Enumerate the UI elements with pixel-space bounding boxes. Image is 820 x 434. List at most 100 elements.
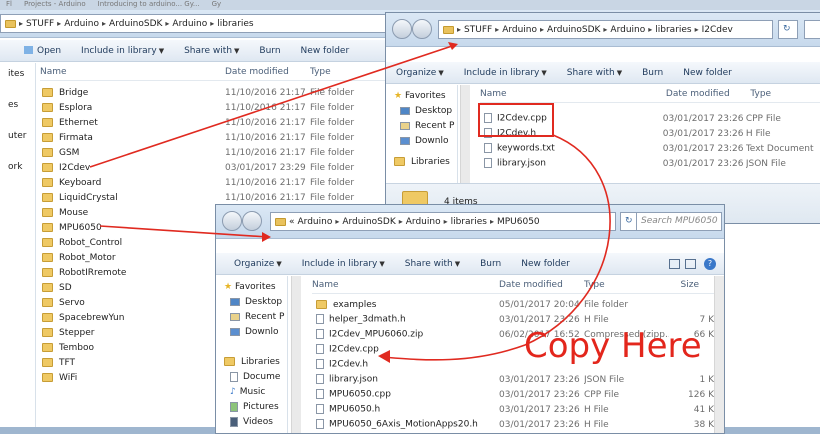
type-column-header[interactable]: Type — [750, 89, 820, 99]
nav-item[interactable]: ork — [0, 160, 35, 175]
burn-button[interactable]: Burn — [480, 259, 501, 269]
help-icon[interactable]: ? — [704, 258, 716, 270]
back-button[interactable] — [392, 19, 412, 39]
breadcrumb-item[interactable]: STUFF — [464, 25, 492, 35]
file-list-scrollbar[interactable] — [714, 276, 724, 433]
breadcrumb-item[interactable]: STUFF — [26, 19, 54, 29]
breadcrumb-item[interactable]: ArduinoSDK — [547, 25, 600, 35]
breadcrumb[interactable]: « Arduino ▸ ArduinoSDK ▸ Arduino ▸ librarie… — [270, 212, 616, 231]
date-column-header[interactable]: Date modified — [499, 280, 584, 290]
nav-item[interactable]: ites — [0, 67, 35, 82]
file-row[interactable]: Bridge 11/10/2016 21:17 File folder — [42, 85, 402, 100]
nav-libraries[interactable]: Libraries — [216, 355, 287, 370]
nav-downloads[interactable]: Downlo — [216, 325, 287, 340]
preview-pane-icon[interactable] — [685, 259, 696, 269]
nav-libraries[interactable]: Libraries — [386, 155, 457, 170]
file-row[interactable]: Ethernet 11/10/2016 21:17 File folder — [42, 115, 402, 130]
forward-button[interactable] — [412, 19, 432, 39]
breadcrumb-item[interactable]: Arduino — [172, 19, 207, 29]
forward-button[interactable] — [242, 211, 262, 231]
tab[interactable]: Introducing to arduino... Gy... — [92, 0, 206, 10]
new-folder-button[interactable]: New folder — [521, 259, 570, 269]
nav-scrollbar[interactable] — [291, 276, 301, 433]
tab[interactable]: Gy — [206, 0, 228, 10]
breadcrumb-item[interactable]: MPU6050 — [497, 217, 540, 227]
type-column-header[interactable]: Type — [584, 280, 669, 290]
include-in-library-button[interactable]: Include in library ▼ — [464, 68, 547, 78]
date-column-header[interactable]: Date modified — [666, 89, 751, 99]
breadcrumb-item[interactable]: I2Cdev — [702, 25, 733, 35]
tab[interactable]: Fl — [0, 0, 18, 10]
name-column-header[interactable]: Name — [40, 67, 225, 77]
back-button[interactable] — [222, 211, 242, 231]
file-row[interactable]: MPU6050.h 03/01/2017 23:26 H File 41 K — [316, 402, 716, 417]
share-with-button[interactable]: Share with ▼ — [405, 259, 460, 269]
file-row[interactable]: Firmata 11/10/2016 21:17 File folder — [42, 130, 402, 145]
nav-documents[interactable]: Docume — [216, 370, 287, 385]
file-row[interactable]: keywords.txt 03/01/2017 23:26 Text Documen… — [484, 141, 820, 156]
file-name: I2Cdev.cpp — [316, 344, 499, 355]
file-row[interactable]: MPU6050_6Axis_MotionApps20.h 03/01/2017 2… — [316, 417, 716, 432]
organize-button[interactable]: Organize ▼ — [234, 259, 282, 269]
new-folder-button[interactable]: New folder — [301, 46, 350, 56]
file-date: 11/10/2016 21:17 — [225, 177, 306, 188]
file-row[interactable]: Esplora 11/10/2016 21:17 File folder — [42, 100, 402, 115]
breadcrumb-item[interactable]: libraries — [217, 19, 253, 29]
file-row[interactable]: MPU6050.cpp 03/01/2017 23:26 CPP File 126 K — [316, 387, 716, 402]
file-row[interactable]: GSM 11/10/2016 21:17 File folder — [42, 145, 402, 160]
file-row[interactable]: helper_3dmath.h 03/01/2017 23:26 H File 7 K — [316, 312, 716, 327]
name-column-header[interactable]: Name — [312, 280, 499, 290]
burn-button[interactable]: Burn — [259, 46, 280, 56]
breadcrumb-item[interactable]: ArduinoSDK — [109, 19, 162, 29]
search-input[interactable] — [804, 20, 820, 39]
file-icon — [484, 143, 492, 154]
breadcrumb-item[interactable]: Arduino — [64, 19, 99, 29]
breadcrumb-item[interactable]: Arduino — [502, 25, 537, 35]
share-with-button[interactable]: Share with ▼ — [567, 68, 622, 78]
breadcrumb-overflow[interactable]: « — [289, 217, 295, 227]
burn-button[interactable]: Burn — [642, 68, 663, 78]
file-row[interactable]: library.json 03/01/2017 23:26 JSON File — [484, 156, 820, 171]
nav-item[interactable]: uter — [0, 129, 35, 144]
include-in-library-button[interactable]: Include in library ▼ — [302, 259, 385, 269]
view-options-icon[interactable] — [669, 259, 680, 269]
file-row[interactable]: library.json 03/01/2017 23:26 JSON File 1 K — [316, 372, 716, 387]
share-with-button[interactable]: Share with ▼ — [184, 46, 239, 56]
type-column-header[interactable]: Type — [310, 67, 390, 77]
breadcrumb[interactable]: ▸ STUFF ▸ Arduino ▸ ArduinoSDK ▸ Arduino ▸ l… — [0, 14, 400, 33]
nav-desktop[interactable]: Desktop — [386, 104, 457, 119]
open-button[interactable]: Open — [24, 46, 61, 56]
nav-recent-places[interactable]: Recent P — [216, 310, 287, 325]
nav-favorites[interactable]: ★ Favorites — [216, 280, 287, 295]
breadcrumb-item[interactable]: Arduino — [298, 217, 333, 227]
date-column-header[interactable]: Date modified — [225, 67, 310, 77]
breadcrumb-item[interactable]: libraries — [655, 25, 691, 35]
breadcrumb-item[interactable]: libraries — [451, 217, 487, 227]
new-folder-button[interactable]: New folder — [683, 68, 732, 78]
name-column-header[interactable]: Name — [480, 89, 666, 99]
nav-scrollbar[interactable] — [460, 85, 470, 183]
breadcrumb[interactable]: ▸ STUFF ▸ Arduino ▸ ArduinoSDK ▸ Arduino ▸ l… — [438, 20, 773, 39]
size-column-header[interactable]: Size — [669, 280, 699, 290]
file-row[interactable]: Keyboard 11/10/2016 21:17 File folder — [42, 175, 402, 190]
nav-pictures[interactable]: Pictures — [216, 400, 287, 415]
nav-recent-places[interactable]: Recent P — [386, 119, 457, 134]
file-row[interactable]: LiquidCrystal 11/10/2016 21:17 File folder — [42, 190, 402, 205]
file-row[interactable]: examples 05/01/2017 20:04 File folder — [316, 297, 716, 312]
nav-music[interactable]: ♪ Music — [216, 385, 287, 400]
nav-downloads[interactable]: Downlo — [386, 134, 457, 149]
breadcrumb-item[interactable]: ArduinoSDK — [342, 217, 395, 227]
tab[interactable]: Projects - Arduino — [18, 0, 92, 10]
organize-button[interactable]: Organize ▼ — [396, 68, 444, 78]
breadcrumb-item[interactable]: Arduino — [610, 25, 645, 35]
include-in-library-button[interactable]: Include in library ▼ — [81, 46, 164, 56]
breadcrumb-item[interactable]: Arduino — [406, 217, 441, 227]
file-row[interactable]: I2Cdev 03/01/2017 23:29 File folder — [42, 160, 402, 175]
search-input[interactable]: Search MPU6050 — [636, 212, 722, 231]
file-name-text: Bridge — [59, 87, 89, 98]
nav-favorites[interactable]: ★ Favorites — [386, 89, 457, 104]
nav-videos[interactable]: Videos — [216, 415, 287, 430]
refresh-button[interactable]: ↻ — [778, 20, 798, 39]
nav-item[interactable]: es — [0, 98, 35, 113]
nav-desktop[interactable]: Desktop — [216, 295, 287, 310]
